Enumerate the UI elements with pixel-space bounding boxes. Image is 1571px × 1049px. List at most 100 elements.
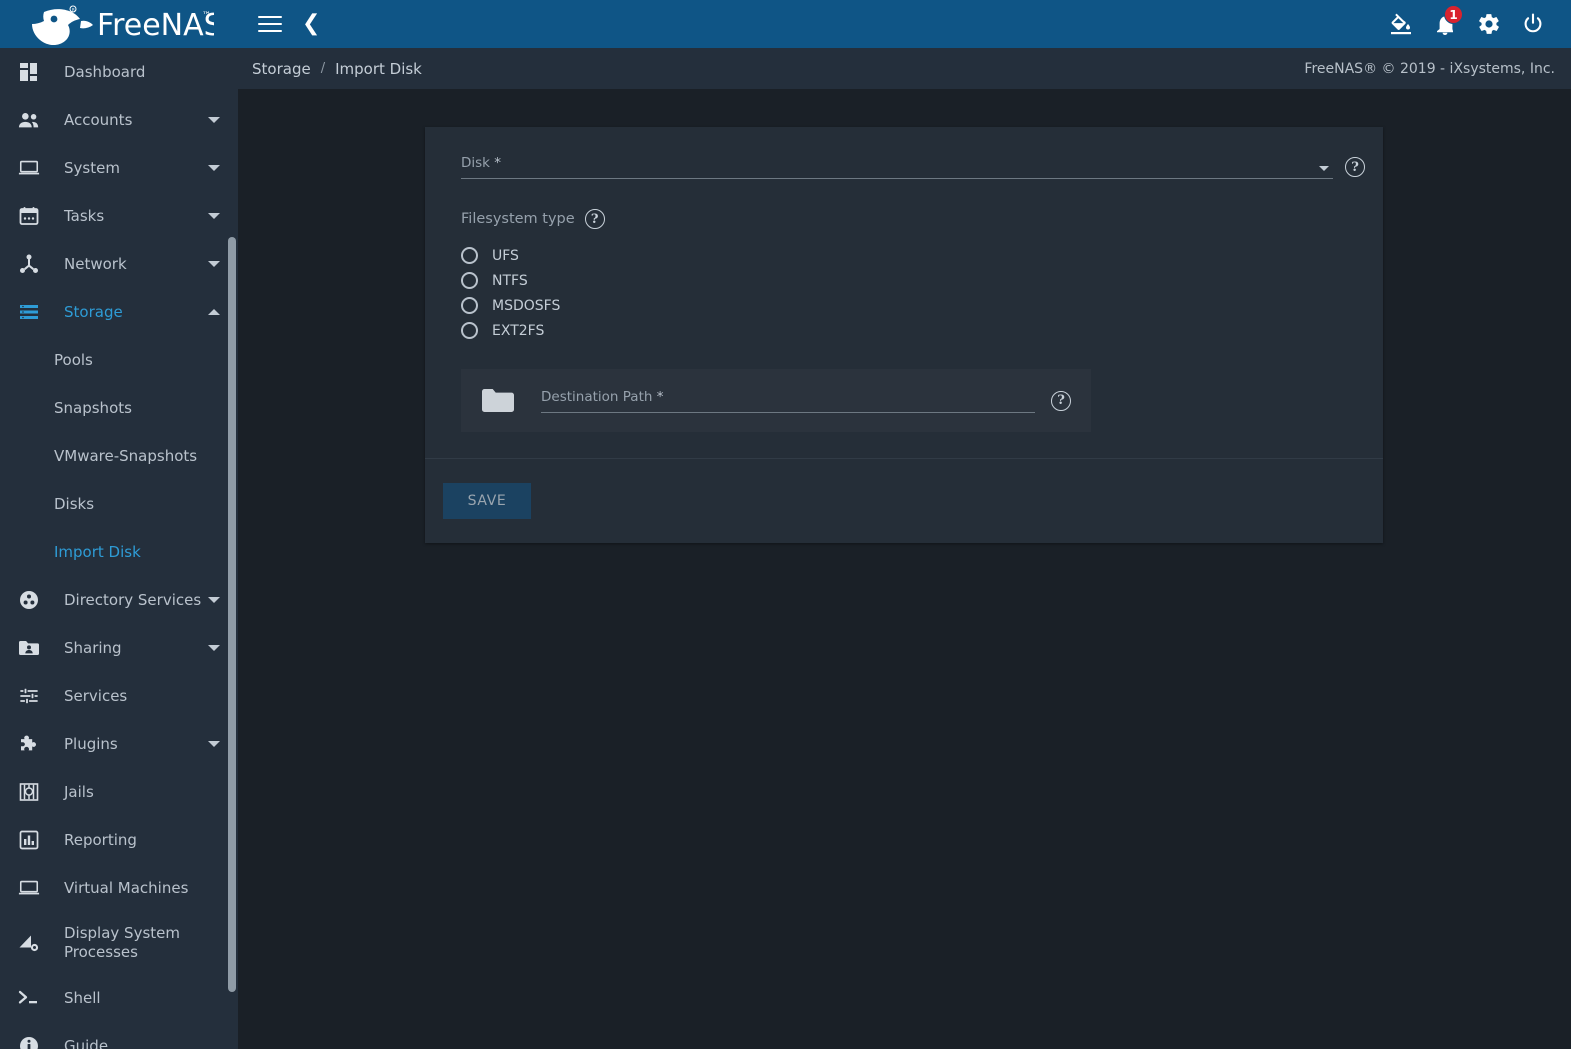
sidebar-item-guide[interactable]: Guide bbox=[0, 1022, 238, 1049]
chevron-down-icon bbox=[208, 117, 220, 123]
notifications-button[interactable]: 1 bbox=[1423, 2, 1467, 46]
radio-option-msdosfs[interactable]: MSDOSFS bbox=[461, 293, 1365, 318]
sidebar-item-label: Storage bbox=[64, 302, 123, 321]
sidebar-subitem-vmware-snapshots[interactable]: VMware-Snapshots bbox=[0, 432, 238, 480]
sidebar-item-services[interactable]: Services bbox=[0, 672, 238, 720]
info-circle-icon bbox=[12, 1036, 46, 1049]
brand-logo[interactable]: R FreeNAS ™ bbox=[0, 0, 238, 48]
destination-path-panel: Destination Path * ? bbox=[461, 369, 1091, 432]
radio-indicator bbox=[461, 322, 478, 339]
folder-icon[interactable] bbox=[481, 387, 521, 414]
radio-indicator bbox=[461, 272, 478, 289]
network-node-icon bbox=[12, 254, 46, 274]
sidebar-item-tasks[interactable]: Tasks bbox=[0, 192, 238, 240]
sidebar-item-virtual-machines[interactable]: Virtual Machines bbox=[0, 864, 238, 912]
sidebar-subitem-snapshots[interactable]: Snapshots bbox=[0, 384, 238, 432]
bar-chart-icon bbox=[12, 830, 46, 850]
form-body: Disk * ? Filesystem type ? UFS NTFS MSDO… bbox=[425, 127, 1383, 458]
chevron-down-icon bbox=[208, 261, 220, 267]
jail-icon bbox=[12, 782, 46, 802]
paint-bucket-icon[interactable] bbox=[1379, 2, 1423, 46]
sidebar-subitem-disks[interactable]: Disks bbox=[0, 480, 238, 528]
destination-path-input[interactable]: Destination Path * bbox=[541, 389, 1035, 413]
chevron-left-icon[interactable]: ❮ bbox=[302, 13, 320, 35]
app-root: R FreeNAS ™ Dashboard Accounts System Ta… bbox=[0, 0, 1571, 1049]
radio-label: UFS bbox=[492, 247, 519, 264]
chevron-down-icon bbox=[208, 597, 220, 603]
sidebar-item-label: Services bbox=[64, 686, 128, 705]
sidebar-subitem-import-disk[interactable]: Import Disk bbox=[0, 528, 238, 576]
monitor-icon bbox=[12, 878, 46, 898]
required-marker: * bbox=[494, 155, 502, 171]
sidebar-item-reporting[interactable]: Reporting bbox=[0, 816, 238, 864]
dashboard-grid-icon bbox=[12, 62, 46, 82]
sidebar-item-label: Jails bbox=[64, 782, 94, 801]
sidebar-subitem-pools[interactable]: Pools bbox=[0, 336, 238, 384]
people-icon bbox=[12, 110, 46, 130]
sidebar-subitem-label: Import Disk bbox=[54, 543, 141, 561]
copyright-text: FreeNAS® © 2019 - iXsystems, Inc. bbox=[1304, 60, 1555, 77]
freenas-fish-logo-icon: R FreeNAS ™ bbox=[32, 5, 214, 46]
destination-path-label: Destination Path * bbox=[541, 388, 664, 405]
svg-text:FreeNAS: FreeNAS bbox=[97, 8, 214, 43]
sidebar-item-label: Tasks bbox=[64, 206, 105, 225]
sliders-icon bbox=[12, 686, 46, 706]
sidebar-item-label: Dashboard bbox=[64, 62, 146, 81]
sidebar-item-label: Sharing bbox=[64, 638, 122, 657]
terminal-prompt-icon bbox=[12, 989, 46, 1007]
breadcrumb-parent[interactable]: Storage bbox=[252, 60, 311, 78]
radio-indicator bbox=[461, 297, 478, 314]
sidebar-item-label: Directory Services bbox=[64, 590, 202, 609]
filesystem-type-header: Filesystem type ? bbox=[443, 209, 1365, 229]
help-circle-icon[interactable]: ? bbox=[1051, 390, 1071, 411]
sidebar-item-label: System bbox=[64, 158, 120, 177]
hamburger-menu-icon[interactable] bbox=[258, 11, 282, 37]
breadcrumb-current: Import Disk bbox=[335, 59, 422, 78]
chevron-up-icon bbox=[208, 309, 220, 315]
power-icon[interactable] bbox=[1511, 2, 1555, 46]
disk-underline bbox=[461, 178, 1333, 179]
gear-icon[interactable] bbox=[1467, 2, 1511, 46]
laptop-icon bbox=[12, 158, 46, 178]
top-toolbar: ❮ 1 bbox=[238, 0, 1571, 48]
import-disk-form-card: Disk * ? Filesystem type ? UFS NTFS MSDO… bbox=[425, 127, 1383, 543]
save-button[interactable]: SAVE bbox=[443, 483, 531, 519]
sidebar-item-shell[interactable]: Shell bbox=[0, 974, 238, 1022]
breadcrumb-separator: / bbox=[320, 61, 326, 76]
sidebar-item-jails[interactable]: Jails bbox=[0, 768, 238, 816]
chevron-down-icon bbox=[208, 645, 220, 651]
sidebar-item-plugins[interactable]: Plugins bbox=[0, 720, 238, 768]
sidebar-item-sharing[interactable]: Sharing bbox=[0, 624, 238, 672]
sidebar-item-accounts[interactable]: Accounts bbox=[0, 96, 238, 144]
chevron-down-icon[interactable] bbox=[1319, 166, 1329, 171]
sidebar-item-storage[interactable]: Storage bbox=[0, 288, 238, 336]
radio-label: NTFS bbox=[492, 272, 528, 289]
help-circle-icon[interactable]: ? bbox=[584, 209, 605, 229]
form-footer: SAVE bbox=[425, 458, 1383, 543]
processes-icon bbox=[12, 933, 46, 953]
sidebar-item-display-system-processes[interactable]: Display System Processes bbox=[0, 912, 238, 974]
disk-field-row: Disk * ? bbox=[443, 155, 1365, 179]
help-circle-icon[interactable]: ? bbox=[1345, 157, 1365, 177]
radio-option-ntfs[interactable]: NTFS bbox=[461, 268, 1365, 293]
sidebar-item-label: Display System Processes bbox=[64, 924, 180, 961]
sidebar-item-network[interactable]: Network bbox=[0, 240, 238, 288]
sidebar-item-directory-services[interactable]: Directory Services bbox=[0, 576, 238, 624]
sidebar-item-system[interactable]: System bbox=[0, 144, 238, 192]
chevron-down-icon bbox=[208, 741, 220, 747]
storage-stack-icon bbox=[12, 302, 46, 322]
sidebar-item-dashboard[interactable]: Dashboard bbox=[0, 48, 238, 96]
radio-option-ext2fs[interactable]: EXT2FS bbox=[461, 318, 1365, 343]
disk-select[interactable]: Disk * bbox=[461, 155, 1333, 179]
radio-label: EXT2FS bbox=[492, 322, 545, 339]
sidebar-subitem-label: VMware-Snapshots bbox=[54, 447, 198, 465]
breadcrumb: Storage / Import Disk FreeNAS® © 2019 - … bbox=[238, 48, 1571, 89]
sidebar-item-label: Reporting bbox=[64, 830, 137, 849]
radio-option-ufs[interactable]: UFS bbox=[461, 243, 1365, 268]
sidebar-scrollbar[interactable] bbox=[228, 237, 236, 992]
sidebar-item-label: Network bbox=[64, 254, 127, 273]
sidebar: R FreeNAS ™ Dashboard Accounts System Ta… bbox=[0, 0, 238, 1049]
chevron-down-icon bbox=[208, 213, 220, 219]
sidebar-item-label: Accounts bbox=[64, 110, 133, 129]
sidebar-item-label: Plugins bbox=[64, 734, 118, 753]
